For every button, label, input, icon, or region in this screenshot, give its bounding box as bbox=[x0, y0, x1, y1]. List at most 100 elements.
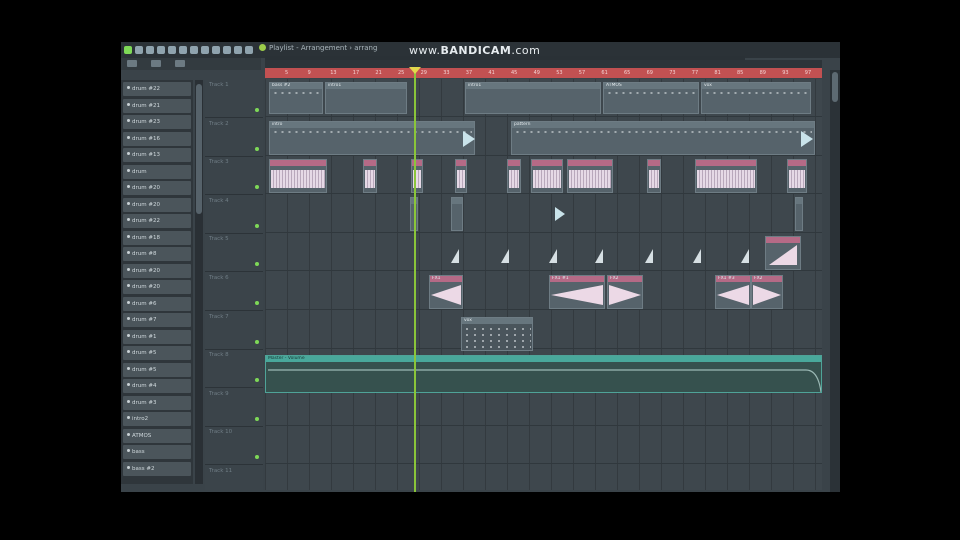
clip[interactable]: intro bbox=[269, 121, 475, 155]
channel-button[interactable]: drum #22 bbox=[123, 214, 191, 228]
channel-led-icon[interactable] bbox=[127, 366, 130, 370]
zoom-tool-icon[interactable] bbox=[212, 46, 220, 54]
channel-led-icon[interactable] bbox=[127, 152, 130, 155]
track-mute-icon[interactable] bbox=[255, 146, 259, 151]
track-mute-icon[interactable] bbox=[255, 108, 259, 112]
channel-button[interactable]: drum #1 bbox=[123, 329, 191, 344]
channel-led-icon[interactable] bbox=[127, 119, 130, 122]
channel-button[interactable]: drum #20 bbox=[123, 280, 191, 294]
channel-led-icon[interactable] bbox=[127, 300, 130, 304]
track-lane[interactable] bbox=[265, 388, 822, 426]
channel-button[interactable]: drum #23 bbox=[123, 115, 191, 129]
clip[interactable] bbox=[695, 159, 757, 193]
track-header[interactable]: Track 10 bbox=[205, 427, 263, 466]
track-mute-icon[interactable] bbox=[255, 416, 259, 421]
track-header[interactable]: Track 5 bbox=[205, 234, 263, 273]
loop-icon[interactable] bbox=[234, 46, 242, 54]
channel-button[interactable]: drum #18 bbox=[123, 230, 191, 245]
clip[interactable]: intro1 bbox=[465, 82, 601, 114]
scroll-thumb[interactable] bbox=[196, 84, 202, 214]
playback-tool-icon[interactable] bbox=[223, 46, 231, 54]
pencil-icon[interactable] bbox=[175, 60, 185, 67]
track-header[interactable]: Track 2 bbox=[205, 119, 263, 157]
channel-led-icon[interactable] bbox=[127, 168, 130, 172]
channel-led-icon[interactable] bbox=[127, 416, 130, 419]
track-lane[interactable] bbox=[265, 426, 822, 465]
scroll-thumb[interactable] bbox=[832, 72, 838, 102]
channel-led-icon[interactable] bbox=[127, 234, 130, 238]
channel-led-icon[interactable] bbox=[127, 102, 130, 106]
channel-led-icon[interactable] bbox=[127, 267, 130, 271]
channel-led-icon[interactable] bbox=[127, 350, 130, 353]
track-mute-icon[interactable] bbox=[255, 223, 259, 228]
clip[interactable]: pattern bbox=[511, 121, 815, 155]
playhead[interactable] bbox=[414, 68, 416, 492]
track-mute-icon[interactable] bbox=[255, 339, 259, 344]
channel-led-icon[interactable] bbox=[127, 317, 130, 320]
clip[interactable]: intro1 bbox=[325, 82, 407, 114]
clip[interactable] bbox=[787, 159, 807, 193]
channel-led-icon[interactable] bbox=[127, 465, 130, 469]
channel-button[interactable]: drum #6 bbox=[123, 296, 191, 311]
view-icon[interactable] bbox=[151, 60, 161, 67]
track-header[interactable]: Track 9 bbox=[205, 389, 263, 427]
channel-led-icon[interactable] bbox=[127, 399, 130, 403]
channel-led-icon[interactable] bbox=[127, 333, 130, 337]
channel-button[interactable]: drum #13 bbox=[123, 148, 191, 162]
clip[interactable] bbox=[567, 159, 613, 193]
track-header[interactable]: Track 6 bbox=[205, 273, 263, 311]
channel-button[interactable]: ATMOS bbox=[123, 428, 191, 443]
clip[interactable] bbox=[455, 159, 467, 193]
automation-clip[interactable]: Master - Volume bbox=[265, 355, 822, 393]
track-mute-icon[interactable] bbox=[255, 455, 259, 460]
clip[interactable]: ATMOS bbox=[603, 82, 699, 114]
channel-button[interactable]: drum #5 bbox=[123, 346, 191, 360]
snap-icon[interactable] bbox=[124, 46, 132, 54]
channel-button[interactable]: drum #8 bbox=[123, 247, 191, 261]
track-header[interactable]: Track 11 bbox=[205, 466, 263, 492]
channel-scrollbar[interactable] bbox=[195, 80, 203, 484]
slip-tool-icon[interactable] bbox=[179, 46, 187, 54]
track-header[interactable]: Track 4 bbox=[205, 196, 263, 234]
channel-led-icon[interactable] bbox=[127, 218, 130, 221]
track-header[interactable]: Track 3 bbox=[205, 157, 263, 196]
track-lane[interactable] bbox=[265, 465, 822, 492]
channel-led-icon[interactable] bbox=[127, 185, 130, 188]
channel-button[interactable]: drum #20 bbox=[123, 197, 191, 212]
clip[interactable] bbox=[363, 159, 377, 193]
select-tool-icon[interactable] bbox=[201, 46, 209, 54]
slice-tool-icon[interactable] bbox=[190, 46, 198, 54]
channel-button[interactable]: drum #21 bbox=[123, 98, 191, 113]
channel-button[interactable]: intro2 bbox=[123, 412, 191, 426]
channel-button[interactable]: drum #4 bbox=[123, 379, 191, 393]
draw-tool-icon[interactable] bbox=[135, 46, 143, 54]
clip[interactable] bbox=[507, 159, 521, 193]
channel-button[interactable]: drum #20 bbox=[123, 263, 191, 278]
time-marker-bar[interactable] bbox=[265, 60, 822, 68]
channel-led-icon[interactable] bbox=[127, 449, 130, 452]
clip[interactable]: vox bbox=[461, 317, 533, 351]
track-lane[interactable] bbox=[265, 195, 822, 233]
clip[interactable] bbox=[795, 197, 803, 231]
channel-led-icon[interactable] bbox=[127, 383, 130, 386]
track-header[interactable]: Track 1 bbox=[205, 80, 263, 118]
picker-icon[interactable] bbox=[127, 60, 137, 67]
track-header[interactable]: Track 8 bbox=[205, 350, 263, 389]
track-mute-icon[interactable] bbox=[255, 185, 259, 190]
channel-led-icon[interactable] bbox=[127, 284, 130, 287]
clip[interactable] bbox=[647, 159, 661, 193]
playhead-marker[interactable] bbox=[409, 67, 421, 74]
channel-button[interactable]: bass #2 bbox=[123, 461, 191, 476]
vertical-scrollbar[interactable] bbox=[830, 70, 840, 492]
track-lane[interactable] bbox=[265, 311, 822, 349]
channel-button[interactable]: drum #22 bbox=[123, 82, 191, 96]
track-mute-icon[interactable] bbox=[255, 262, 259, 267]
channel-button[interactable]: drum #20 bbox=[123, 181, 191, 195]
track-header[interactable]: Track 7 bbox=[205, 312, 263, 350]
playlist-grid[interactable]: bass #2 intro1 intro1 ATMOS vox intro pa… bbox=[265, 79, 822, 490]
clip[interactable] bbox=[411, 159, 423, 193]
settings-icon[interactable] bbox=[245, 46, 253, 54]
channel-button[interactable]: drum #3 bbox=[123, 395, 191, 410]
clip[interactable] bbox=[269, 159, 327, 193]
clip[interactable]: bass #2 bbox=[269, 82, 323, 114]
